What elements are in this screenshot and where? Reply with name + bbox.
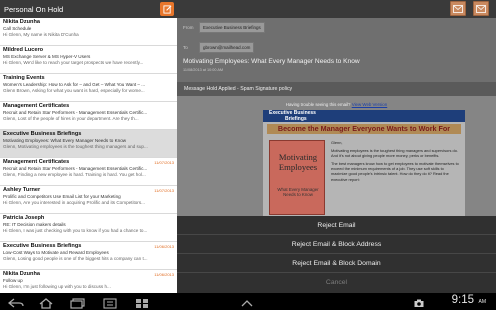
trouble-text: Having trouble seeing this email? — [285, 102, 351, 107]
from-chip[interactable]: Executive Business Briefings — [199, 22, 265, 33]
camera-status — [414, 296, 424, 307]
message-preview: Hi Glenn, I'm just following up with you… — [3, 283, 111, 289]
book-cover-image[interactable]: Motivating Employees What Every Manager … — [269, 140, 325, 215]
list-header: Personal On Hold — [0, 0, 177, 18]
mail-action-icon — [453, 4, 463, 13]
back-button[interactable] — [7, 296, 24, 308]
reject-block-domain-option[interactable]: Reject Email & Block Domain — [177, 254, 496, 273]
message-preview: Hi Glenn, We'd like to reach your target… — [3, 59, 144, 65]
message-preview: Glenn, Lost of the people of hires in yo… — [3, 115, 139, 121]
home-icon — [39, 298, 53, 309]
newsletter-greeting: Glenn, — [331, 140, 343, 145]
to-row: To gbrown@mailhead.com — [177, 42, 496, 53]
message-date-stamp: 11/07/2013 — [154, 160, 174, 165]
newsletter: Executive Business Briefings Become the … — [263, 110, 465, 220]
message-list: Nikita Dzunha Call Schedule Hi Glenn, My n… — [0, 18, 177, 293]
message-sender: Nikita Dzunha — [3, 19, 40, 25]
message-sender: Management Certificates — [3, 103, 70, 109]
status-ampm: AM — [478, 299, 487, 305]
message-date-stamp: 11/07/2013 — [154, 188, 174, 193]
book-subtitle: What Every Manager Needs to Know — [277, 187, 319, 197]
apps-icon — [136, 299, 148, 308]
back-icon — [7, 298, 24, 308]
to-label: To — [183, 45, 188, 50]
message-sender: Management Certificates — [3, 159, 70, 165]
from-row: From Executive Business Briefings — [177, 22, 496, 33]
newsletter-header-line2: Briefings — [285, 116, 307, 122]
web-version-link[interactable]: View Web Version — [352, 102, 387, 107]
newsletter-para-2: The best managers know how to get employ… — [331, 161, 459, 182]
to-chip[interactable]: gbrown@mailhead.com — [199, 42, 255, 53]
message-list-item[interactable]: Ashley Turner 11/07/2013 Prolific and Comp… — [0, 186, 177, 214]
message-list-item[interactable]: Management Certificates 11/07/2013 Recruit… — [0, 158, 177, 186]
system-navigation-bar: 9:15 AM — [0, 293, 496, 310]
apps-button[interactable] — [135, 296, 149, 308]
newsletter-banner: Become the Manager Everyone Wants to Wor… — [267, 124, 461, 134]
hold-notice: Message Hold Applied - Spam Signature po… — [177, 82, 496, 96]
message-sender: Executive Business Briefings — [3, 131, 82, 137]
message-list-pane: Personal On Hold Nikita Dzunha Call Sched… — [0, 0, 177, 293]
message-sender: Mildred Lucero — [3, 47, 44, 53]
newsletter-text: Glenn, Motivating employees is the tough… — [331, 140, 461, 185]
trouble-viewing-line: Having trouble seeing this email? View W… — [177, 102, 496, 107]
mail-action-button[interactable] — [450, 1, 466, 16]
screenshot-button[interactable] — [103, 296, 117, 309]
message-preview: Glenn Brown, Asking for what you want is… — [3, 87, 145, 93]
compose-button[interactable] — [160, 2, 174, 16]
message-sender: Patricia Joseph — [3, 215, 45, 221]
message-date-stamp: 11/06/2013 — [154, 272, 174, 277]
message-preview: Hi Glenn, Are you interested in acquirin… — [3, 199, 145, 205]
message-preview: Glenn, Losing good people is one of the … — [3, 255, 148, 261]
release-button[interactable] — [473, 1, 489, 16]
message-date: 11/08/2013 at 10:00 AM — [183, 68, 224, 72]
expand-button[interactable] — [240, 296, 254, 307]
compose-icon — [162, 4, 171, 14]
message-list-item[interactable]: Patricia Joseph RE: IT Decision makers de… — [0, 214, 177, 242]
message-list-item[interactable]: Nikita Dzunha Call Schedule Hi Glenn, My n… — [0, 18, 177, 46]
recent-apps-button[interactable] — [70, 296, 86, 309]
home-button[interactable] — [38, 296, 54, 309]
cancel-option[interactable]: Cancel — [177, 273, 496, 292]
newsletter-para-1: Motivating employees is the toughest thi… — [331, 148, 458, 159]
message-date-stamp: 11/06/2013 — [154, 244, 174, 249]
message-list-item[interactable]: Mildred Lucero MS Exchange Server & MS Hy… — [0, 46, 177, 74]
reject-action-sheet: Reject Email Reject Email & Block Addres… — [177, 216, 496, 293]
message-list-item[interactable]: Executive Business Briefings 11/06/2013 Lo… — [0, 242, 177, 270]
list-title: Personal On Hold — [4, 4, 64, 14]
screenshot-icon — [103, 298, 117, 309]
newsletter-header: Executive Business Briefings — [263, 110, 465, 122]
message-preview: Hi Glenn, My name is Nikita D'Cunha — [3, 31, 79, 37]
message-preview: Glenn, Finding a new employee is hard. T… — [3, 171, 146, 177]
message-list-item[interactable]: Nikita Dzunha 11/06/2013 Follow up Hi Glenn… — [0, 270, 177, 293]
message-preview: Glenn, Motivating employees is the tough… — [3, 143, 148, 149]
reject-email-option[interactable]: Reject Email — [177, 216, 496, 235]
message-body[interactable]: Having trouble seeing this email? View W… — [177, 96, 496, 220]
camera-icon — [414, 299, 424, 307]
from-label: From — [183, 25, 194, 30]
message-list-item[interactable]: Training Events Women's Leadership: How t… — [0, 74, 177, 102]
recent-apps-icon — [70, 298, 85, 309]
message-subject: Motivating Employees: What Every Manager… — [183, 58, 360, 65]
message-preview: Hi Glenn, I was just checking with you t… — [3, 227, 148, 233]
envelope-icon — [476, 4, 486, 13]
reject-block-address-option[interactable]: Reject Email & Block Address — [177, 235, 496, 254]
book-title: Motivating Employees — [278, 152, 318, 172]
expand-icon — [241, 300, 253, 307]
detail-toolbar — [177, 0, 496, 18]
message-sender: Nikita Dzunha — [3, 271, 40, 277]
message-sender: Ashley Turner — [3, 187, 41, 193]
message-list-item[interactable]: Executive Business Briefings Motivating E… — [0, 130, 177, 158]
message-list-item[interactable]: Management Certificates Recruit and Retai… — [0, 102, 177, 130]
message-sender: Executive Business Briefings — [3, 243, 82, 249]
message-sender: Training Events — [3, 75, 45, 81]
status-clock: 9:15 — [451, 294, 474, 306]
